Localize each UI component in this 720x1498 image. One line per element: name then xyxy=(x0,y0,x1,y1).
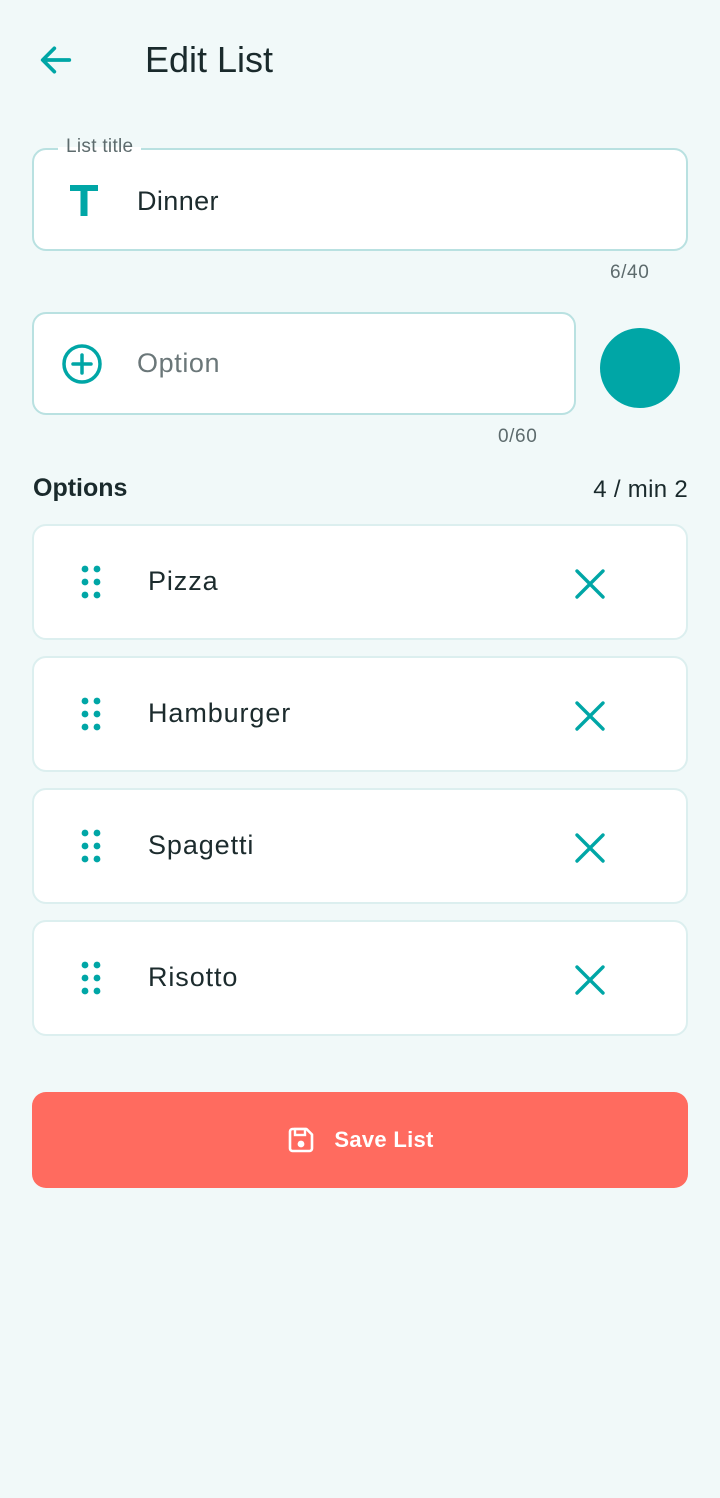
save-icon xyxy=(289,1127,314,1153)
list-title-field[interactable]: List title Dinner xyxy=(32,136,688,251)
text-T-icon xyxy=(62,178,106,222)
option-label: Hamburger xyxy=(148,698,292,728)
close-icon xyxy=(575,569,605,599)
remove-option-button[interactable] xyxy=(562,688,618,744)
add-circle-icon[interactable] xyxy=(58,340,106,388)
list-item[interactable]: Pizza xyxy=(32,524,688,640)
arrow-left-icon xyxy=(40,46,72,74)
drag-handle-icon[interactable] xyxy=(72,560,112,604)
remove-option-button[interactable] xyxy=(562,820,618,876)
close-icon xyxy=(575,833,605,863)
remove-option-button[interactable] xyxy=(562,952,618,1008)
drag-handle-icon[interactable] xyxy=(72,692,112,736)
save-button-content: Save List xyxy=(286,1125,433,1155)
close-icon xyxy=(575,701,605,731)
option-label: Risotto xyxy=(148,962,239,992)
edit-list-screen: Edit List List title Dinner 6/40 0/60 Op… xyxy=(0,0,720,1498)
list-item[interactable]: Hamburger xyxy=(32,656,688,772)
option-counter: 0/60 xyxy=(498,426,538,447)
option-label: Spagetti xyxy=(148,830,255,860)
save-button-label: Save List xyxy=(334,1127,434,1152)
option-input-field[interactable] xyxy=(32,312,576,415)
options-count: 4 / min 2 xyxy=(593,476,688,503)
options-heading: Options xyxy=(33,474,128,502)
remove-option-button[interactable] xyxy=(562,556,618,612)
save-list-button[interactable]: Save List xyxy=(32,1092,688,1188)
list-title-counter: 6/40 xyxy=(610,262,650,283)
drag-handle-icon[interactable] xyxy=(72,824,112,868)
option-label: Pizza xyxy=(148,566,219,596)
close-icon xyxy=(575,965,605,995)
list-title-value: Dinner xyxy=(137,186,219,216)
list-item[interactable]: Spagetti xyxy=(32,788,688,904)
option-input[interactable] xyxy=(137,342,557,384)
back-button[interactable] xyxy=(28,32,84,88)
drag-handle-icon[interactable] xyxy=(72,956,112,1000)
list-title-legend: List title xyxy=(58,136,142,158)
page-title: Edit List xyxy=(145,39,274,80)
app-bar: Edit List xyxy=(0,0,720,120)
color-picker-button[interactable] xyxy=(600,328,680,408)
list-item[interactable]: Risotto xyxy=(32,920,688,1036)
